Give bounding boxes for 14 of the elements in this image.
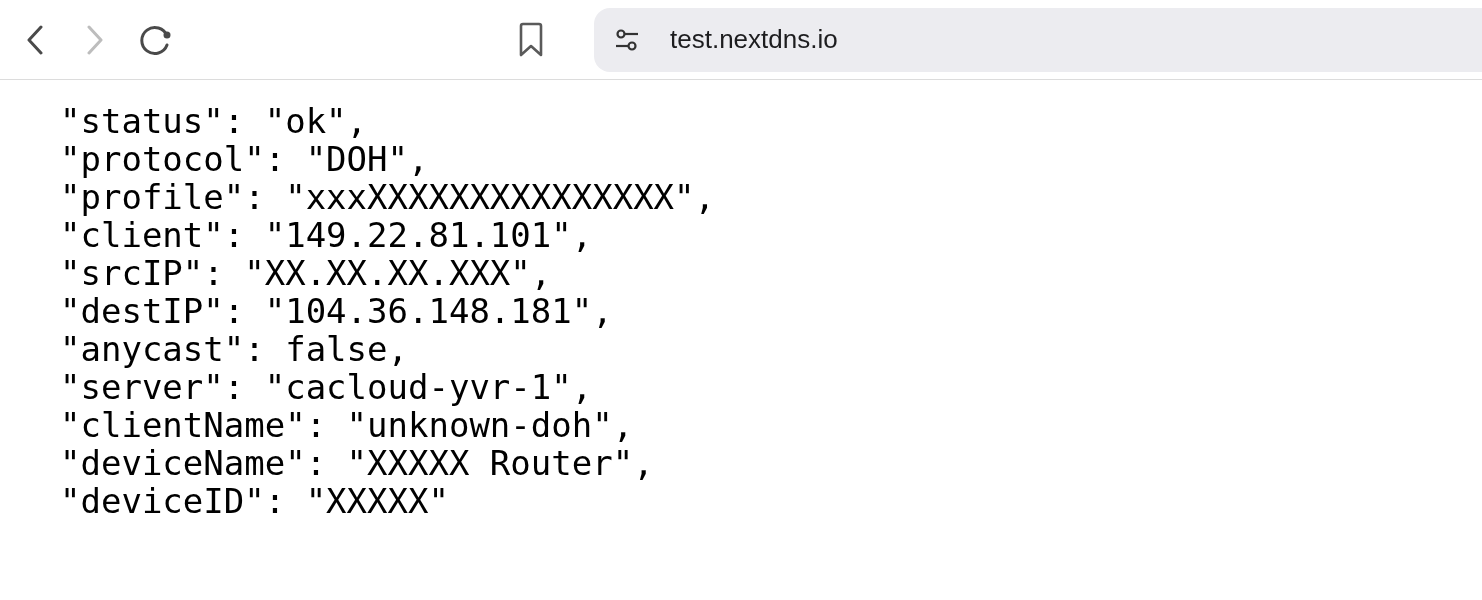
json-line: "destIP": "104.36.148.181", <box>60 292 613 330</box>
address-text: test.nextdns.io <box>670 23 838 56</box>
json-line: "protocol": "DOH", <box>60 140 429 178</box>
settings-icon[interactable] <box>614 27 640 52</box>
json-line: "profile": "xxxXXXXXXXXXXXXXXX", <box>60 178 716 216</box>
json-line: "status": "ok", <box>60 102 368 140</box>
json-line: "anycast": false, <box>60 330 408 368</box>
json-line: "client": "149.22.81.101", <box>60 216 593 254</box>
json-line: "deviceName": "XXXXX Router", <box>60 444 654 482</box>
json-line: "srcIP": "XX.XX.XX.XXX", <box>60 254 552 292</box>
json-line: "server": "cacloud-yvr-1", <box>60 368 593 406</box>
address-bar[interactable]: test.nextdns.io <box>594 7 1482 72</box>
json-line: "deviceID": "XXXXX" <box>60 482 449 520</box>
json-line: "clientName": "unknown-doh", <box>60 406 634 444</box>
